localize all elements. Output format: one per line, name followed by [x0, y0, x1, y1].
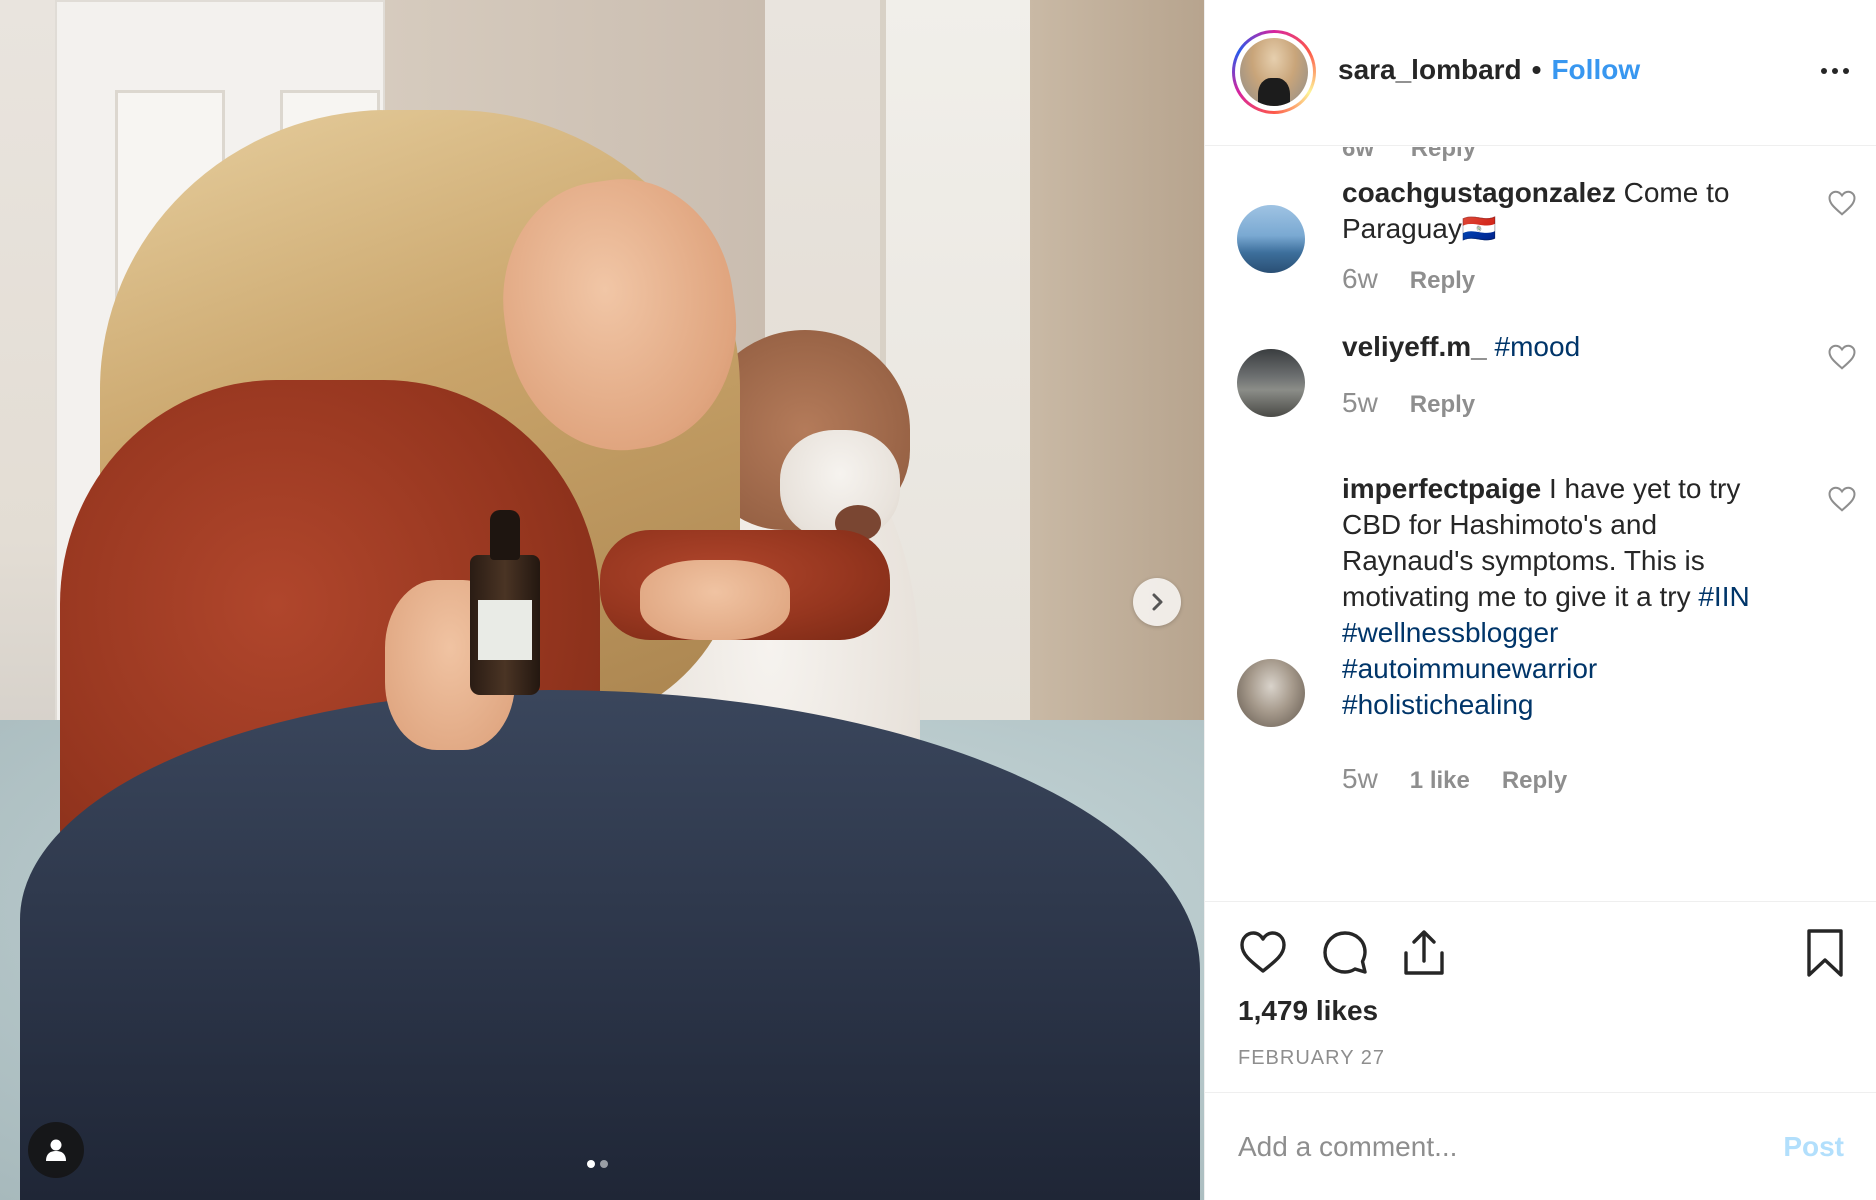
follow-button[interactable]: Follow	[1551, 54, 1640, 86]
tagged-users-button[interactable]	[28, 1122, 84, 1178]
author-username[interactable]: sara_lombard	[1338, 54, 1522, 86]
user-tag-icon	[46, 1139, 66, 1161]
reply-button[interactable]: Reply	[1410, 391, 1475, 419]
door-frame	[1030, 0, 1204, 760]
post-comment-button[interactable]: Post	[1783, 1131, 1844, 1163]
comment-time: 6w	[1342, 263, 1378, 294]
heart-icon[interactable]	[1237, 927, 1289, 979]
comment-meta: 5w Reply	[1342, 387, 1475, 419]
reply-button[interactable]: Reply	[1502, 767, 1567, 795]
bookmark-icon[interactable]	[1799, 927, 1851, 979]
likes-count[interactable]: 1,479 likes	[1238, 995, 1378, 1027]
more-horizontal-icon	[1821, 68, 1827, 74]
carousel-dot	[600, 1160, 608, 1168]
heart-outline-icon[interactable]	[1827, 485, 1857, 513]
header-separator: •	[1531, 54, 1542, 85]
chevron-right-icon	[1152, 593, 1163, 611]
comments-list[interactable]: 6w Reply coachgustagonzalez Come to Para…	[1205, 147, 1876, 902]
post-date[interactable]: FEBRUARY 27	[1238, 1047, 1385, 1070]
hashtag-link[interactable]: #holistichealing	[1342, 689, 1533, 720]
post-header: sara_lombard • Follow	[1205, 0, 1876, 146]
add-comment-bar: Post	[1205, 1092, 1876, 1200]
hand-right	[640, 560, 790, 640]
commenter-avatar[interactable]	[1237, 349, 1305, 417]
comment-icon[interactable]	[1319, 927, 1371, 979]
comment-time: 6w	[1342, 147, 1375, 162]
comment-text: veliyeff.m_ #mood	[1342, 329, 1782, 365]
hashtag-link[interactable]: #IIN	[1698, 581, 1749, 612]
heart-outline-icon[interactable]	[1827, 189, 1857, 217]
hashtag-link[interactable]: #autoimmunewarrior	[1342, 653, 1597, 684]
commenter-username[interactable]: imperfectpaige	[1342, 473, 1541, 504]
comment-text: imperfectpaige I have yet to try CBD for…	[1342, 471, 1792, 723]
bottle-label	[478, 600, 532, 660]
commenter-username[interactable]: veliyeff.m_	[1342, 331, 1487, 362]
commenter-avatar[interactable]	[1237, 659, 1305, 727]
bottle-dropper	[490, 510, 520, 560]
heart-outline-icon[interactable]	[1827, 343, 1857, 371]
commenter-avatar[interactable]	[1237, 205, 1305, 273]
comment-time: 5w	[1342, 387, 1378, 418]
header-user: sara_lombard • Follow	[1338, 54, 1640, 86]
carousel-indicator	[587, 1160, 608, 1168]
paraguay-flag-icon: 🇵🇾	[1461, 213, 1497, 244]
hashtag-link[interactable]: #mood	[1495, 331, 1581, 362]
comment-text: coachgustagonzalez Come to Paraguay🇵🇾	[1342, 175, 1782, 247]
hashtag-link[interactable]: #wellnessblogger	[1342, 617, 1558, 648]
post-photo[interactable]	[0, 0, 1204, 1200]
author-avatar	[1240, 38, 1308, 106]
comment-meta: 6w Reply	[1342, 263, 1475, 295]
next-photo-button[interactable]	[1133, 578, 1181, 626]
story-ring[interactable]	[1232, 30, 1316, 114]
comment-input[interactable]	[1238, 1127, 1738, 1167]
carousel-dot	[587, 1160, 595, 1168]
more-options-button[interactable]	[1815, 56, 1855, 86]
comment-time: 5w	[1342, 763, 1378, 794]
commenter-username[interactable]: coachgustagonzalez	[1342, 177, 1616, 208]
reply-button[interactable]: Reply	[1411, 147, 1476, 162]
comment-likes-count[interactable]: 1 like	[1410, 767, 1470, 795]
comment-meta-partial: 6w Reply	[1342, 147, 1506, 163]
reply-button[interactable]: Reply	[1410, 267, 1475, 295]
share-icon[interactable]	[1398, 927, 1450, 979]
comment-meta: 5w 1 like Reply	[1342, 763, 1567, 795]
post-side-panel: sara_lombard • Follow 6w Reply coachgust…	[1204, 0, 1876, 1200]
post-actions: 1,479 likes FEBRUARY 27	[1205, 903, 1876, 1093]
